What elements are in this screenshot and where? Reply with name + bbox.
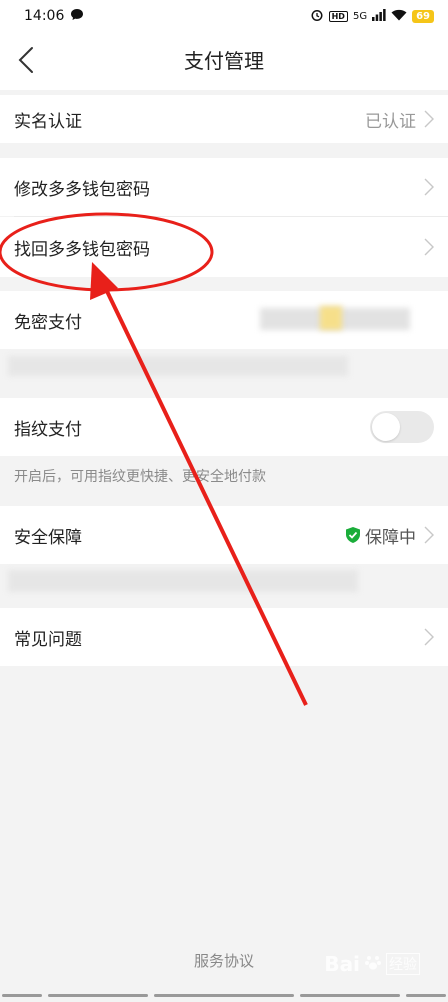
faq-row[interactable]: 常见问题 bbox=[0, 608, 448, 666]
gesture-bar-segment bbox=[2, 994, 42, 997]
alarm-icon bbox=[310, 8, 324, 25]
nav-bar: 支付管理 bbox=[0, 32, 448, 90]
blurred-highlight bbox=[320, 306, 342, 330]
faq-label: 常见问题 bbox=[14, 629, 82, 650]
status-left: 14:06 bbox=[24, 8, 84, 25]
gesture-bar-segment bbox=[48, 994, 148, 997]
security-label: 安全保障 bbox=[14, 527, 82, 548]
battery-indicator: 69 bbox=[412, 9, 434, 23]
status-bar: 14:06 HD 5G 69 bbox=[0, 0, 448, 32]
hd-icon: HD bbox=[328, 10, 348, 22]
gesture-bar-segment bbox=[300, 994, 400, 997]
gesture-bar-segment bbox=[154, 994, 294, 997]
fingerprint-hint: 开启后，可用指纹更快捷、更安全地付款 bbox=[14, 469, 266, 485]
blurred-content bbox=[8, 570, 358, 592]
chevron-right-icon bbox=[424, 110, 434, 128]
watermark-suffix: 经验 bbox=[386, 953, 420, 975]
chevron-right-icon bbox=[424, 526, 434, 544]
signal-icon bbox=[372, 8, 386, 24]
baidu-watermark: Bai 经验 bbox=[324, 952, 420, 976]
fingerprint-row: 指纹支付 bbox=[0, 398, 448, 456]
fingerprint-toggle[interactable] bbox=[370, 411, 434, 443]
chevron-right-icon bbox=[424, 628, 434, 646]
real-name-status: 已认证 bbox=[365, 111, 416, 132]
chevron-right-icon bbox=[424, 238, 434, 256]
page-title: 支付管理 bbox=[184, 49, 264, 73]
wifi-icon bbox=[391, 9, 407, 24]
message-icon bbox=[70, 8, 84, 25]
security-row[interactable]: 安全保障 保障中 bbox=[0, 506, 448, 564]
status-right: HD 5G 69 bbox=[310, 8, 434, 25]
real-name-label: 实名认证 bbox=[14, 111, 82, 132]
change-password-row[interactable]: 修改多多钱包密码 bbox=[0, 158, 448, 216]
security-status-text: 保障中 bbox=[365, 527, 416, 548]
watermark-brand: Bai bbox=[324, 952, 360, 976]
chevron-right-icon bbox=[424, 178, 434, 196]
change-password-label: 修改多多钱包密码 bbox=[14, 179, 150, 200]
paw-icon bbox=[364, 952, 382, 976]
annotation-overlay bbox=[0, 212, 308, 706]
shield-check-icon bbox=[346, 527, 360, 543]
recover-password-row[interactable]: 找回多多钱包密码 bbox=[0, 217, 448, 277]
gesture-bar-segment bbox=[406, 994, 446, 997]
status-time: 14:06 bbox=[24, 8, 65, 24]
blurred-content bbox=[8, 356, 348, 376]
toggle-knob bbox=[372, 413, 400, 441]
recover-password-label: 找回多多钱包密码 bbox=[14, 239, 150, 260]
security-status: 保障中 bbox=[345, 523, 416, 548]
real-name-row[interactable]: 实名认证 已认证 bbox=[0, 95, 448, 143]
gesture-bar bbox=[0, 994, 448, 998]
network-label: 5G bbox=[352, 10, 368, 22]
